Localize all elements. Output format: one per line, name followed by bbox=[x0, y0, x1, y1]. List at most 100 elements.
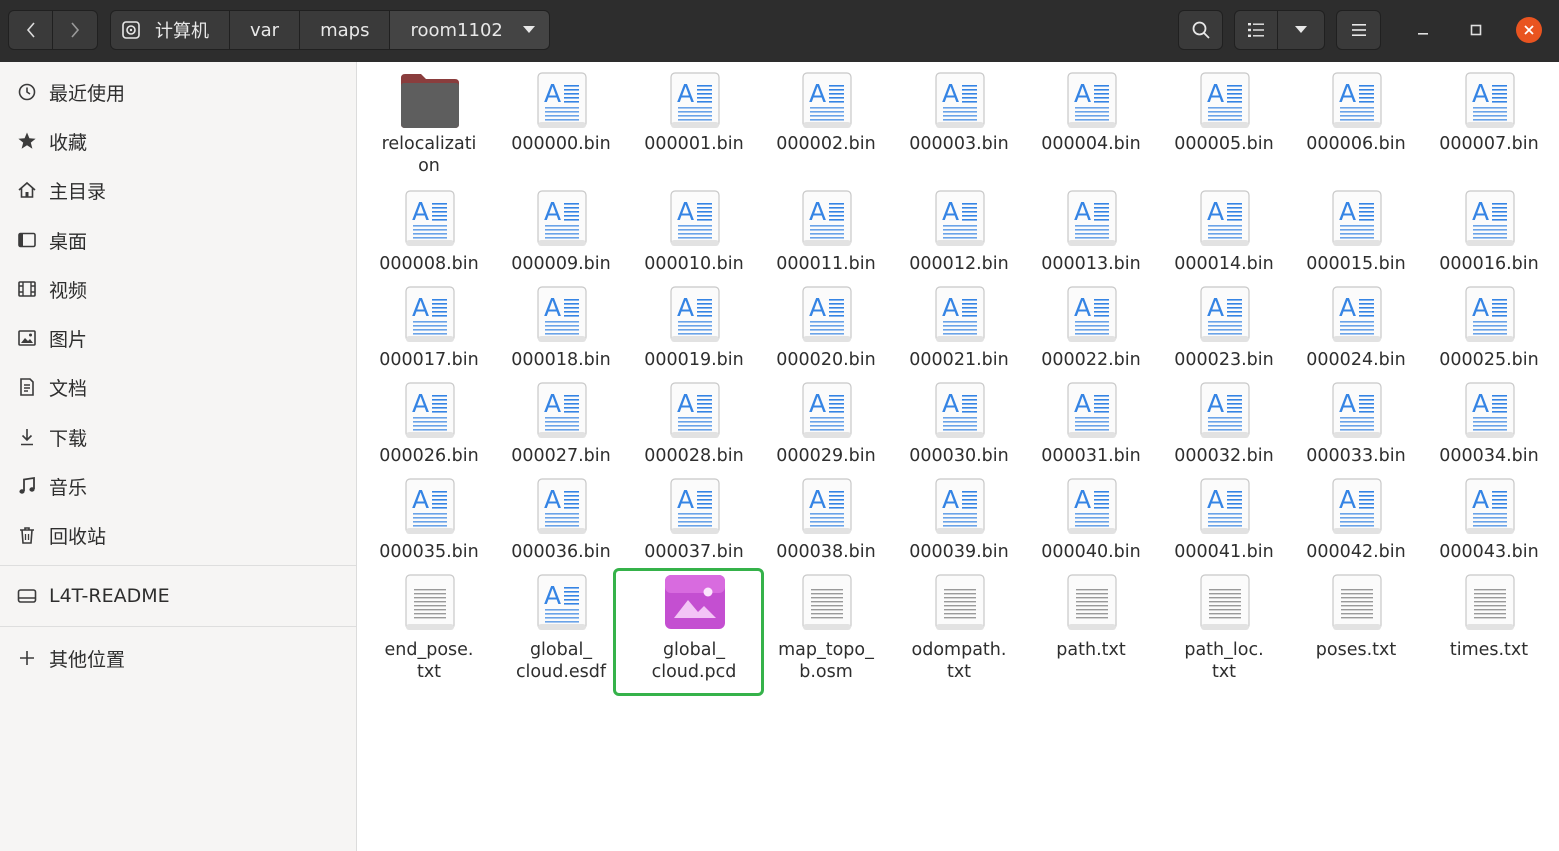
sidebar-item-documents[interactable]: 文档 bbox=[0, 364, 356, 410]
file-name: 000031.bin bbox=[1041, 446, 1141, 466]
binary-file-icon: A bbox=[1465, 286, 1515, 344]
sidebar-item-label: 下载 bbox=[49, 427, 88, 450]
sidebar-item-starred[interactable]: 收藏 bbox=[0, 118, 356, 164]
svg-text:A: A bbox=[412, 485, 429, 514]
computer-drive-icon bbox=[121, 20, 141, 40]
binary-file-icon: A bbox=[537, 382, 587, 440]
sidebar-item-label: 主目录 bbox=[49, 180, 107, 203]
trash-icon bbox=[17, 525, 37, 545]
sidebar-item-label: 最近使用 bbox=[49, 82, 126, 105]
binary-file-icon: A bbox=[1200, 190, 1250, 248]
binary-file-icon: A bbox=[1067, 286, 1117, 344]
header-bar: 计算机 var maps room1102 bbox=[0, 0, 1559, 62]
file-name: 000003.bin bbox=[909, 134, 1009, 154]
binary-file-icon: A bbox=[1465, 72, 1515, 130]
binary-file-icon: A bbox=[1200, 72, 1250, 130]
binary-file-icon: A bbox=[537, 190, 587, 248]
file-name: 000014.bin bbox=[1174, 254, 1274, 274]
svg-text:A: A bbox=[809, 293, 826, 322]
svg-text:A: A bbox=[1074, 79, 1091, 108]
binary-file-icon: A bbox=[537, 286, 587, 344]
path-crumb-label: 计算机 bbox=[155, 21, 209, 42]
sidebar-item-videos[interactable]: 视频 bbox=[0, 266, 356, 312]
binary-file-icon: A bbox=[1465, 478, 1515, 536]
sidebar-item-downloads[interactable]: 下载 bbox=[0, 414, 356, 460]
svg-text:A: A bbox=[942, 293, 959, 322]
svg-text:A: A bbox=[544, 581, 561, 610]
file-name: 000034.bin bbox=[1439, 446, 1539, 466]
path-crumb-var[interactable]: var bbox=[229, 10, 301, 50]
svg-text:A: A bbox=[677, 485, 694, 514]
path-crumb-computer[interactable]: 计算机 bbox=[110, 10, 230, 50]
file-name: 000015.bin bbox=[1306, 254, 1406, 274]
text-file-icon bbox=[1200, 574, 1250, 632]
file-name: 000025.bin bbox=[1439, 350, 1539, 370]
sidebar-item-label: 音乐 bbox=[49, 476, 88, 499]
file-name: 000021.bin bbox=[909, 350, 1009, 370]
svg-text:A: A bbox=[1207, 79, 1224, 108]
sidebar-item-home[interactable]: 主目录 bbox=[0, 167, 356, 213]
sidebar-item-desktop[interactable]: 桌面 bbox=[0, 217, 356, 263]
svg-text:A: A bbox=[544, 79, 561, 108]
binary-file-icon: A bbox=[802, 190, 852, 248]
search-button[interactable] bbox=[1178, 10, 1223, 50]
file-name: odompath. txt bbox=[911, 640, 1007, 682]
chevron-left-icon bbox=[26, 22, 35, 38]
file-name: path_loc. txt bbox=[1184, 640, 1264, 682]
search-icon bbox=[1192, 21, 1210, 39]
text-file-icon bbox=[405, 574, 455, 632]
sidebar-item-l4t-readme[interactable]: L4T-README bbox=[0, 573, 356, 619]
minimize-button[interactable] bbox=[1410, 17, 1436, 43]
sidebar-item-trash[interactable]: 回收站 bbox=[0, 512, 356, 558]
svg-text:A: A bbox=[942, 389, 959, 418]
binary-file-icon: A bbox=[1332, 478, 1382, 536]
file-name: 000012.bin bbox=[909, 254, 1009, 274]
file-name: 000024.bin bbox=[1306, 350, 1406, 370]
binary-file-icon: A bbox=[537, 574, 587, 632]
path-crumb-label: room1102 bbox=[410, 19, 503, 41]
binary-file-icon: A bbox=[1067, 478, 1117, 536]
main-menu-button[interactable] bbox=[1336, 10, 1381, 50]
path-crumb-label: maps bbox=[320, 19, 370, 41]
file-name: 000039.bin bbox=[909, 542, 1009, 562]
view-options-button[interactable] bbox=[1277, 10, 1325, 50]
close-button[interactable] bbox=[1516, 17, 1542, 43]
file-grid: relocalizati on A 000000.bin A 000001.bin A 00… bbox=[358, 62, 1559, 851]
binary-file-icon: A bbox=[1332, 382, 1382, 440]
sidebar-item-other-locations[interactable]: 其他位置 bbox=[0, 635, 356, 681]
binary-file-icon: A bbox=[1200, 478, 1250, 536]
svg-text:A: A bbox=[1074, 389, 1091, 418]
path-crumb-current[interactable]: room1102 bbox=[389, 10, 550, 50]
back-button[interactable] bbox=[8, 10, 53, 50]
pictures-icon bbox=[17, 328, 37, 348]
file-name: 000002.bin bbox=[776, 134, 876, 154]
file-name: 000040.bin bbox=[1041, 542, 1141, 562]
svg-text:A: A bbox=[412, 293, 429, 322]
svg-text:A: A bbox=[677, 293, 694, 322]
documents-icon bbox=[17, 377, 37, 397]
maximize-button[interactable] bbox=[1463, 17, 1489, 43]
file-name: 000032.bin bbox=[1174, 446, 1274, 466]
forward-button[interactable] bbox=[52, 10, 98, 50]
svg-text:A: A bbox=[809, 79, 826, 108]
recent-icon bbox=[17, 82, 37, 102]
file-name: 000036.bin bbox=[511, 542, 611, 562]
binary-file-icon: A bbox=[802, 286, 852, 344]
svg-text:A: A bbox=[1472, 197, 1489, 226]
text-file-icon bbox=[935, 574, 985, 632]
svg-text:A: A bbox=[1339, 197, 1356, 226]
path-crumb-maps[interactable]: maps bbox=[299, 10, 391, 50]
binary-file-icon: A bbox=[935, 286, 985, 344]
file-name: global_ cloud.esdf bbox=[515, 640, 607, 682]
sidebar-item-recent[interactable]: 最近使用 bbox=[0, 69, 356, 115]
sidebar-item-music[interactable]: 音乐 bbox=[0, 463, 356, 509]
sidebar-item-pictures[interactable]: 图片 bbox=[0, 315, 356, 361]
binary-file-icon: A bbox=[935, 72, 985, 130]
minimize-icon bbox=[1418, 33, 1428, 35]
view-toggle-button[interactable] bbox=[1234, 10, 1278, 50]
chevron-right-icon bbox=[71, 22, 80, 38]
star-icon bbox=[17, 131, 37, 151]
binary-file-icon: A bbox=[802, 382, 852, 440]
maximize-icon bbox=[1470, 24, 1482, 36]
desktop-icon bbox=[17, 230, 37, 250]
